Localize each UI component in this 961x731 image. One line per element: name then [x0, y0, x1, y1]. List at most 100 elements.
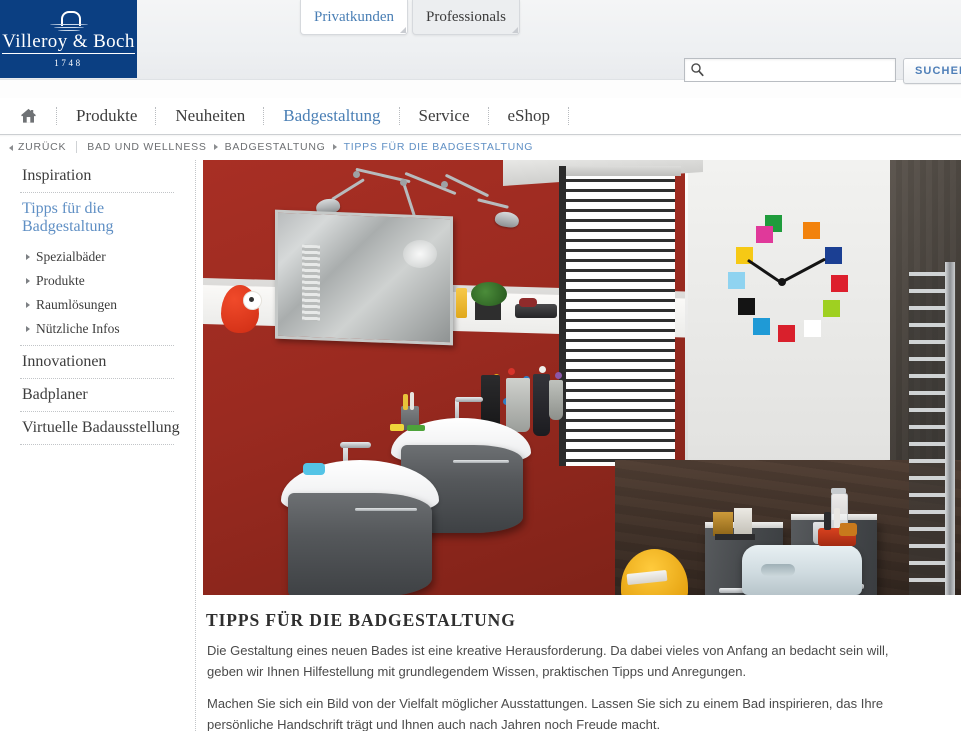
tab-professionals-label: Professionals — [426, 9, 506, 25]
window — [565, 172, 675, 466]
intro-paragraph-1: Die Gestaltung eines neuen Bades ist ein… — [207, 643, 889, 679]
sidebar-subitem-label: Produkte — [36, 273, 85, 288]
chevron-right-icon — [26, 254, 30, 260]
sidebar-subitem-spezialbaeder[interactable]: Spezialbäder — [0, 245, 192, 269]
nav-item-produkte[interactable]: Produkte — [58, 98, 155, 134]
breadcrumb-back-label: ZURÜCK — [18, 140, 67, 153]
toy-figure — [834, 508, 840, 528]
search-icon — [691, 63, 704, 77]
breadcrumb-item-current: TIPPS FÜR DIE BADGESTALTUNG — [343, 140, 534, 153]
sidebar-item-tipps-badgestaltung[interactable]: Tipps für die Badgestaltung — [0, 193, 192, 243]
breadcrumb-item-badgestaltung[interactable]: BADGESTALTUNG — [225, 141, 326, 153]
faucet-spout-back — [455, 397, 483, 402]
sidebar-item-innovationen[interactable]: Innovationen — [0, 346, 192, 378]
fountain-arch-icon — [46, 10, 92, 31]
carafe-cap — [831, 488, 846, 494]
cabinet-handle-front — [355, 508, 417, 511]
toy-figure — [824, 512, 831, 530]
sidebar: Inspiration Tipps für die Badgestaltung … — [0, 160, 192, 445]
sidebar-sublist: Spezialbäder Produkte Raumlösungen Nützl… — [0, 243, 192, 345]
hanging-towel-grey — [506, 378, 530, 432]
breadcrumb-divider — [76, 140, 78, 153]
sidebar-subitem-label: Nützliche Infos — [36, 321, 120, 336]
nav-home-button[interactable] — [0, 98, 56, 134]
soap-dish — [390, 424, 404, 431]
white-stool — [742, 545, 862, 595]
clock-square-8 — [738, 298, 755, 315]
sidebar-item-badplaner[interactable]: Badplaner — [0, 379, 192, 411]
nav-separator — [568, 107, 570, 125]
chevron-right-icon — [213, 143, 218, 150]
clock-center-hub — [778, 278, 786, 286]
corner-fold-icon — [512, 27, 518, 33]
clock-square-5 — [804, 320, 821, 337]
toothbrush — [403, 394, 408, 410]
nav-item-badgestaltung[interactable]: Badgestaltung — [265, 98, 398, 134]
sidebar-subitem-produkte[interactable]: Produkte — [0, 269, 192, 293]
tab-professionals[interactable]: Professionals — [412, 0, 520, 35]
radiator-rail — [945, 262, 955, 595]
clock-square-3 — [831, 275, 848, 292]
intro-paragraph-2: Machen Sie sich ein Bild von der Vielfal… — [207, 696, 884, 731]
sidebar-divider — [20, 444, 174, 445]
main-navigation: Produkte Neuheiten Badgestaltung Service… — [0, 98, 961, 135]
bath-toy-blue — [303, 463, 325, 475]
faucet-spout-front — [340, 442, 371, 448]
lamp-joint — [400, 179, 407, 186]
sidebar-item-virtuelle-badausstellung[interactable]: Virtuelle Badausstellung — [0, 412, 192, 444]
page-title: TIPPS FÜR DIE BADGESTALTUNG — [206, 610, 516, 630]
brand-name: Villeroy & Boch — [2, 30, 135, 54]
breadcrumb-back[interactable]: ZURÜCK — [0, 141, 66, 153]
wall-hook — [539, 366, 546, 373]
lamp-joint — [441, 181, 448, 188]
sidebar-subitem-nuetzliche-infos[interactable]: Nützliche Infos — [0, 317, 192, 341]
audience-tabs: Privatkunden Professionals — [300, 0, 524, 35]
tab-privatkunden-label: Privatkunden — [314, 9, 394, 25]
chevron-right-icon — [26, 278, 30, 284]
tab-privatkunden[interactable]: Privatkunden — [300, 0, 408, 35]
sidebar-subitem-label: Spezialbäder — [36, 249, 106, 264]
shelf-accessory-red — [519, 298, 537, 307]
chevron-right-icon — [26, 326, 30, 332]
lamp-joint — [353, 171, 360, 178]
search-box[interactable] — [684, 58, 896, 83]
nav-item-service[interactable]: Service — [401, 98, 488, 134]
home-icon — [20, 108, 36, 123]
wall-hook — [555, 372, 562, 379]
toothbrush — [410, 392, 414, 410]
brand-year: 1748 — [54, 57, 83, 68]
breadcrumb-item-bad-und-wellness[interactable]: BAD UND WELLNESS — [87, 141, 206, 153]
photo-frames — [713, 508, 763, 540]
window-frame-side — [559, 166, 566, 466]
brand-logo[interactable]: Villeroy & Boch 1748 — [0, 0, 137, 78]
vase-clock-center — [249, 297, 254, 302]
clock-square-6 — [778, 325, 795, 342]
clock-square-2 — [825, 247, 842, 264]
nav-item-neuheiten[interactable]: Neuheiten — [157, 98, 263, 134]
clock-square-9 — [728, 272, 745, 289]
search-area: SUCHEN — [684, 58, 961, 84]
wall-hook — [508, 368, 515, 375]
sidebar-item-inspiration[interactable]: Inspiration — [0, 160, 192, 192]
breadcrumb: ZURÜCK BAD UND WELLNESS BADGESTALTUNG TI… — [0, 137, 961, 156]
sidebar-subitem-raumloesungen[interactable]: Raumlösungen — [0, 293, 192, 317]
chevron-right-icon — [332, 143, 337, 150]
page-root: Villeroy & Boch 1748 Privatkunden Profes… — [0, 0, 961, 731]
mirror-light-reflection — [403, 240, 437, 268]
hanging-towel-light — [549, 380, 563, 420]
cabinet-handle-back — [453, 460, 509, 463]
main-content: TIPPS FÜR DIE BADGESTALTUNG Die Gestaltu… — [192, 158, 961, 731]
clock-square-7 — [753, 318, 770, 335]
search-submit-button[interactable]: SUCHEN — [903, 58, 961, 84]
mirror-reflection-radiator — [302, 244, 320, 322]
sidebar-subitem-label: Raumlösungen — [36, 297, 117, 312]
chevron-left-icon — [9, 144, 13, 151]
chevron-right-icon — [26, 302, 30, 308]
clock-square-4 — [823, 300, 840, 317]
search-input[interactable] — [709, 59, 893, 83]
window-blinds — [565, 172, 675, 466]
shelf-bottle — [456, 288, 467, 318]
clock-square-1 — [803, 222, 820, 239]
nav-item-eshop[interactable]: eShop — [490, 98, 569, 134]
corner-fold-icon — [400, 27, 406, 33]
